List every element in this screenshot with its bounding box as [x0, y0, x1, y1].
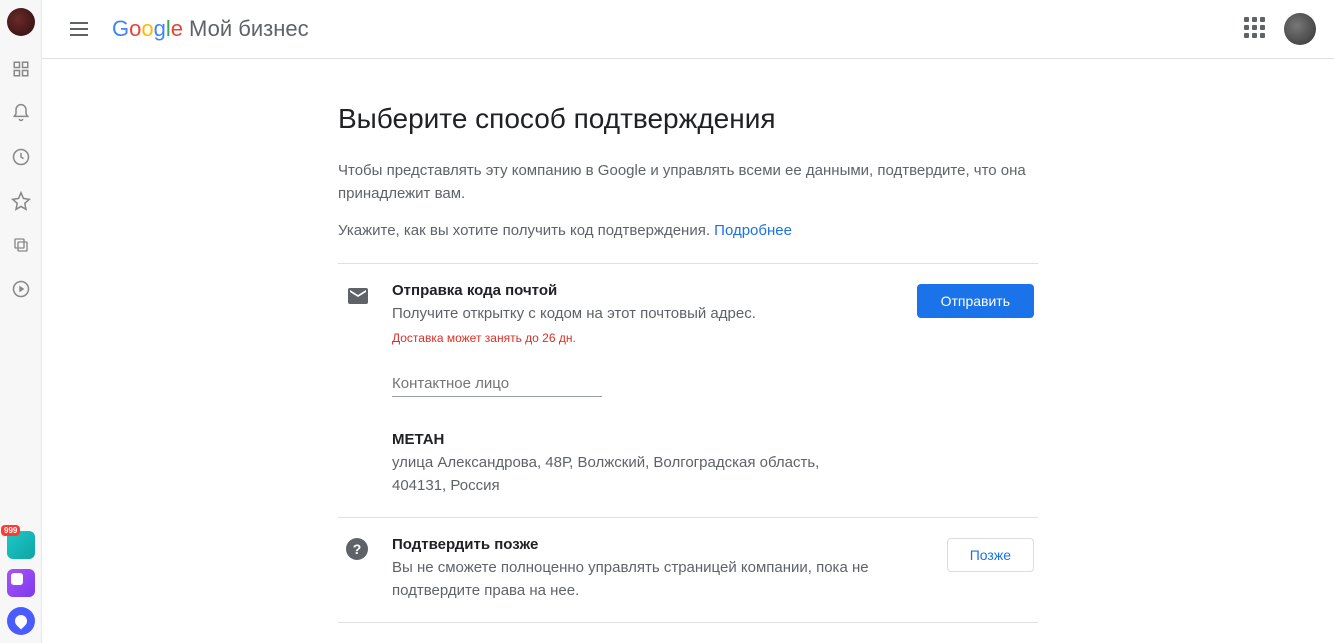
play-circle-icon[interactable]: [10, 278, 32, 300]
google-apps-icon[interactable]: [1244, 17, 1268, 41]
main-content: Выберите способ подтверждения Чтобы пред…: [42, 59, 1334, 643]
os-app-blue-icon[interactable]: [7, 607, 35, 635]
copy-icon[interactable]: [10, 234, 32, 256]
contact-name-input[interactable]: [392, 371, 602, 397]
verification-option-later: ? Подтвердить позже Вы не сможете полноц…: [338, 517, 1038, 623]
later-button[interactable]: Позже: [947, 538, 1034, 572]
logo-letter: g: [154, 16, 166, 42]
page-title: Выберите способ подтверждения: [338, 103, 1038, 135]
learn-more-link[interactable]: Подробнее: [714, 222, 792, 239]
clock-icon[interactable]: [10, 146, 32, 168]
later-option-description: Вы не сможете полноценно управлять стран…: [392, 557, 908, 602]
google-logo[interactable]: G o o g l e Мой бизнес: [112, 16, 309, 42]
os-app-teal-icon[interactable]: 999: [7, 531, 35, 559]
page-description: Чтобы представлять эту компанию в Google…: [338, 159, 1038, 206]
logo-letter: G: [112, 16, 129, 42]
question-mark-icon: ?: [346, 538, 368, 560]
os-sidebar-bottom: 999: [0, 531, 42, 635]
mail-option-description: Получите открытку с кодом на этот почтов…: [392, 303, 908, 326]
mail-option-title: Отправка кода почтой: [392, 282, 908, 299]
business-name: МЕТАН: [392, 431, 908, 448]
logo-letter: o: [141, 16, 153, 42]
page-instruction: Укажите, как вы хотите получить код подт…: [338, 222, 1038, 239]
verification-option-mail: Отправка кода почтой Получите открытку с…: [338, 263, 1038, 518]
header-user-avatar[interactable]: [1284, 13, 1316, 45]
hamburger-menu-icon[interactable]: [70, 17, 94, 41]
instruction-text: Укажите, как вы хотите получить код подт…: [338, 222, 710, 239]
later-option-title: Подтвердить позже: [392, 536, 908, 553]
os-user-avatar[interactable]: [7, 8, 35, 36]
content-container: Выберите способ подтверждения Чтобы пред…: [338, 59, 1038, 643]
logo-letter: e: [171, 16, 183, 42]
os-app-purple-icon[interactable]: [7, 569, 35, 597]
send-button[interactable]: Отправить: [917, 284, 1034, 318]
os-sidebar: 999: [0, 0, 42, 643]
delivery-warning: Доставка может занять до 26 дн.: [392, 331, 908, 345]
mail-icon: [346, 284, 370, 308]
product-name: Мой бизнес: [189, 16, 309, 42]
logo-letter: o: [129, 16, 141, 42]
star-icon[interactable]: [10, 190, 32, 212]
apps-grid-small-icon[interactable]: [10, 58, 32, 80]
os-badge: 999: [1, 525, 20, 536]
business-address: улица Александрова, 48Р, Волжский, Волго…: [392, 452, 832, 497]
app-header: G o o g l e Мой бизнес: [42, 0, 1334, 59]
bell-icon[interactable]: [10, 102, 32, 124]
